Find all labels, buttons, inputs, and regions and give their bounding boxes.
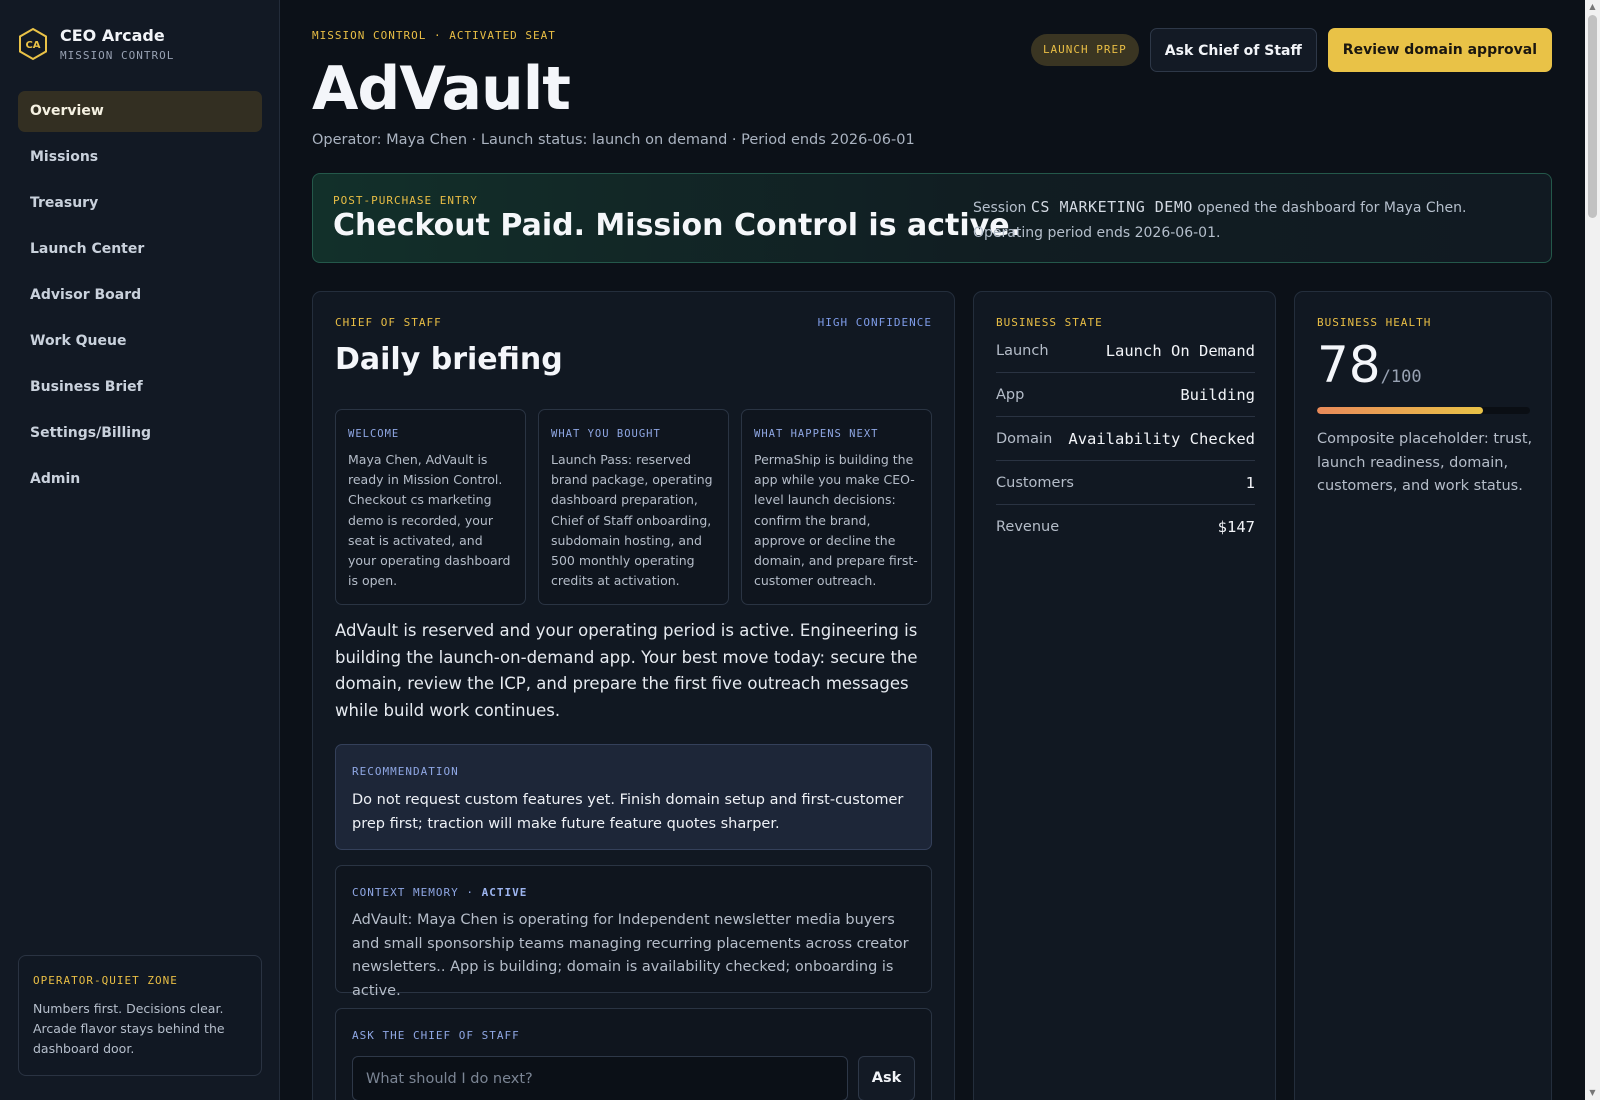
health-progress-bar	[1317, 407, 1530, 414]
business-state-card: BUSINESS STATE Launch Launch On Demand A…	[973, 291, 1276, 1100]
what-happens-next-card: WHAT HAPPENS NEXT PermaShip is building …	[741, 409, 932, 605]
welcome-card: WELCOME Maya Chen, AdVault is ready in M…	[335, 409, 526, 605]
recommendation-text: Do not request custom features yet. Fini…	[352, 792, 904, 832]
banner-eyebrow: POST-PURCHASE ENTRY	[333, 194, 478, 207]
briefing-title: Daily briefing	[335, 342, 563, 377]
health-score: 78/100	[1317, 336, 1422, 394]
header-actions: LAUNCH PREP Ask Chief of Staff Review do…	[1030, 28, 1552, 72]
business-state-rows: Launch Launch On Demand App Building Dom…	[996, 329, 1255, 549]
what-happens-next-label: WHAT HAPPENS NEXT	[754, 428, 879, 440]
what-you-bought-label: WHAT YOU BOUGHT	[551, 428, 661, 440]
sidebar-item-settings-billing[interactable]: Settings/Billing	[18, 413, 262, 454]
welcome-label: WELCOME	[348, 428, 400, 440]
state-row-launch: Launch Launch On Demand	[996, 329, 1255, 373]
brand-name: CEO Arcade	[60, 26, 165, 45]
daily-briefing-card: CHIEF OF STAFF HIGH CONFIDENCE Daily bri…	[312, 291, 955, 1100]
page-scrollbar[interactable]: ▲ ▼	[1585, 0, 1600, 1100]
briefing-body: AdVault is reserved and your operating p…	[335, 621, 918, 720]
page-meta: Operator: Maya Chen · Launch status: lau…	[312, 132, 915, 148]
post-purchase-banner: POST-PURCHASE ENTRY Checkout Paid. Missi…	[312, 173, 1552, 263]
main-content: MISSION CONTROL · ACTIVATED SEAT AdVault…	[312, 0, 1552, 1100]
brand[interactable]: CA CEO Arcade MISSION CONTROL	[18, 26, 174, 62]
page-eyebrow: MISSION CONTROL · ACTIVATED SEAT	[312, 29, 556, 42]
state-row-customers: Customers 1	[996, 461, 1255, 505]
business-health-card: BUSINESS HEALTH 78/100 Composite placeho…	[1294, 291, 1552, 1100]
review-domain-approval-button[interactable]: Review domain approval	[1327, 28, 1552, 72]
hexagon-logo-icon: CA	[19, 27, 47, 61]
state-key: Launch	[996, 342, 1049, 359]
launch-prep-badge: LAUNCH PREP	[1030, 34, 1139, 66]
ask-input[interactable]	[352, 1056, 848, 1100]
state-value: Building	[1180, 385, 1255, 404]
state-row-domain: Domain Availability Checked	[996, 417, 1255, 461]
state-key: Customers	[996, 474, 1074, 491]
sidebar-item-missions[interactable]: Missions	[18, 137, 262, 178]
welcome-text: Maya Chen, AdVault is ready in Mission C…	[348, 452, 511, 589]
ask-chief-of-staff-box: ASK THE CHIEF OF STAFF Ask	[335, 1008, 932, 1100]
state-value: $147	[1217, 518, 1255, 536]
business-health-label: BUSINESS HEALTH	[1317, 316, 1432, 329]
sidebar-item-business-brief[interactable]: Business Brief	[18, 367, 262, 408]
page-title: AdVault	[312, 54, 571, 124]
health-description: Composite placeholder: trust, launch rea…	[1317, 431, 1533, 494]
ask-row: Ask	[352, 1056, 915, 1100]
sidebar: CA CEO Arcade MISSION CONTROL Overview M…	[0, 0, 280, 1100]
context-memory-title: CONTEXT MEMORY	[352, 886, 459, 899]
what-happens-next-text: PermaShip is building the app while you …	[754, 452, 918, 589]
brand-subtitle: MISSION CONTROL	[60, 49, 175, 62]
sidebar-nav: Overview Missions Treasury Launch Center…	[18, 91, 262, 505]
ask-chief-of-staff-button[interactable]: Ask Chief of Staff	[1149, 28, 1317, 72]
health-score-suffix: /100	[1380, 367, 1422, 387]
sidebar-item-launch-center[interactable]: Launch Center	[18, 229, 262, 270]
what-you-bought-text: Launch Pass: reserved brand package, ope…	[551, 452, 713, 589]
state-row-revenue: Revenue $147	[996, 505, 1255, 549]
state-value: 1	[1245, 473, 1255, 492]
confidence-badge: HIGH CONFIDENCE	[817, 316, 932, 329]
session-name: CS MARKETING DEMO	[1030, 198, 1193, 216]
scrollbar-thumb[interactable]	[1588, 15, 1597, 218]
sidebar-item-admin[interactable]: Admin	[18, 459, 262, 500]
what-you-bought-card: WHAT YOU BOUGHT Launch Pass: reserved br…	[538, 409, 729, 605]
context-memory-separator: ·	[458, 886, 482, 899]
sidebar-item-treasury[interactable]: Treasury	[18, 183, 262, 224]
scroll-down-icon[interactable]: ▼	[1588, 1088, 1597, 1097]
banner-text: Session CS MARKETING DEMO opened the das…	[973, 195, 1533, 246]
state-key: Revenue	[996, 519, 1060, 535]
recommendation-box: RECOMMENDATION Do not request custom fea…	[335, 744, 932, 850]
banner-title: Checkout Paid. Mission Control is active…	[333, 208, 1021, 243]
state-value: Launch On Demand	[1105, 341, 1255, 360]
logo-text: CA	[25, 40, 40, 51]
quiet-zone-title: OPERATOR-QUIET ZONE	[33, 974, 178, 987]
state-key: Domain	[996, 430, 1053, 447]
state-key: App	[996, 386, 1025, 403]
recommendation-label: RECOMMENDATION	[352, 765, 459, 778]
quiet-zone-text: Numbers first. Decisions clear. Arcade f…	[33, 1001, 225, 1056]
health-score-value: 78	[1317, 336, 1381, 394]
scroll-up-icon[interactable]: ▲	[1588, 2, 1597, 11]
sidebar-item-work-queue[interactable]: Work Queue	[18, 321, 262, 362]
briefing-label: CHIEF OF STAFF	[335, 316, 442, 329]
context-memory-label: CONTEXT MEMORY · ACTIVE	[352, 886, 915, 899]
banner-text-prefix: Session	[973, 200, 1031, 216]
sidebar-item-overview[interactable]: Overview	[18, 91, 262, 132]
state-value: Availability Checked	[1068, 429, 1255, 448]
sidebar-item-advisor-board[interactable]: Advisor Board	[18, 275, 262, 316]
context-memory-text: AdVault: Maya Chen is operating for Inde…	[352, 912, 909, 999]
ask-label: ASK THE CHIEF OF STAFF	[352, 1029, 520, 1042]
context-memory-status: ACTIVE	[481, 886, 528, 899]
operator-quiet-zone: OPERATOR-QUIET ZONE Numbers first. Decis…	[18, 955, 262, 1076]
health-progress-fill	[1317, 407, 1484, 414]
business-state-label: BUSINESS STATE	[996, 316, 1103, 329]
context-memory-box: CONTEXT MEMORY · ACTIVE AdVault: Maya Ch…	[335, 865, 932, 999]
state-row-app: App Building	[996, 373, 1255, 417]
ask-button[interactable]: Ask	[858, 1056, 915, 1100]
